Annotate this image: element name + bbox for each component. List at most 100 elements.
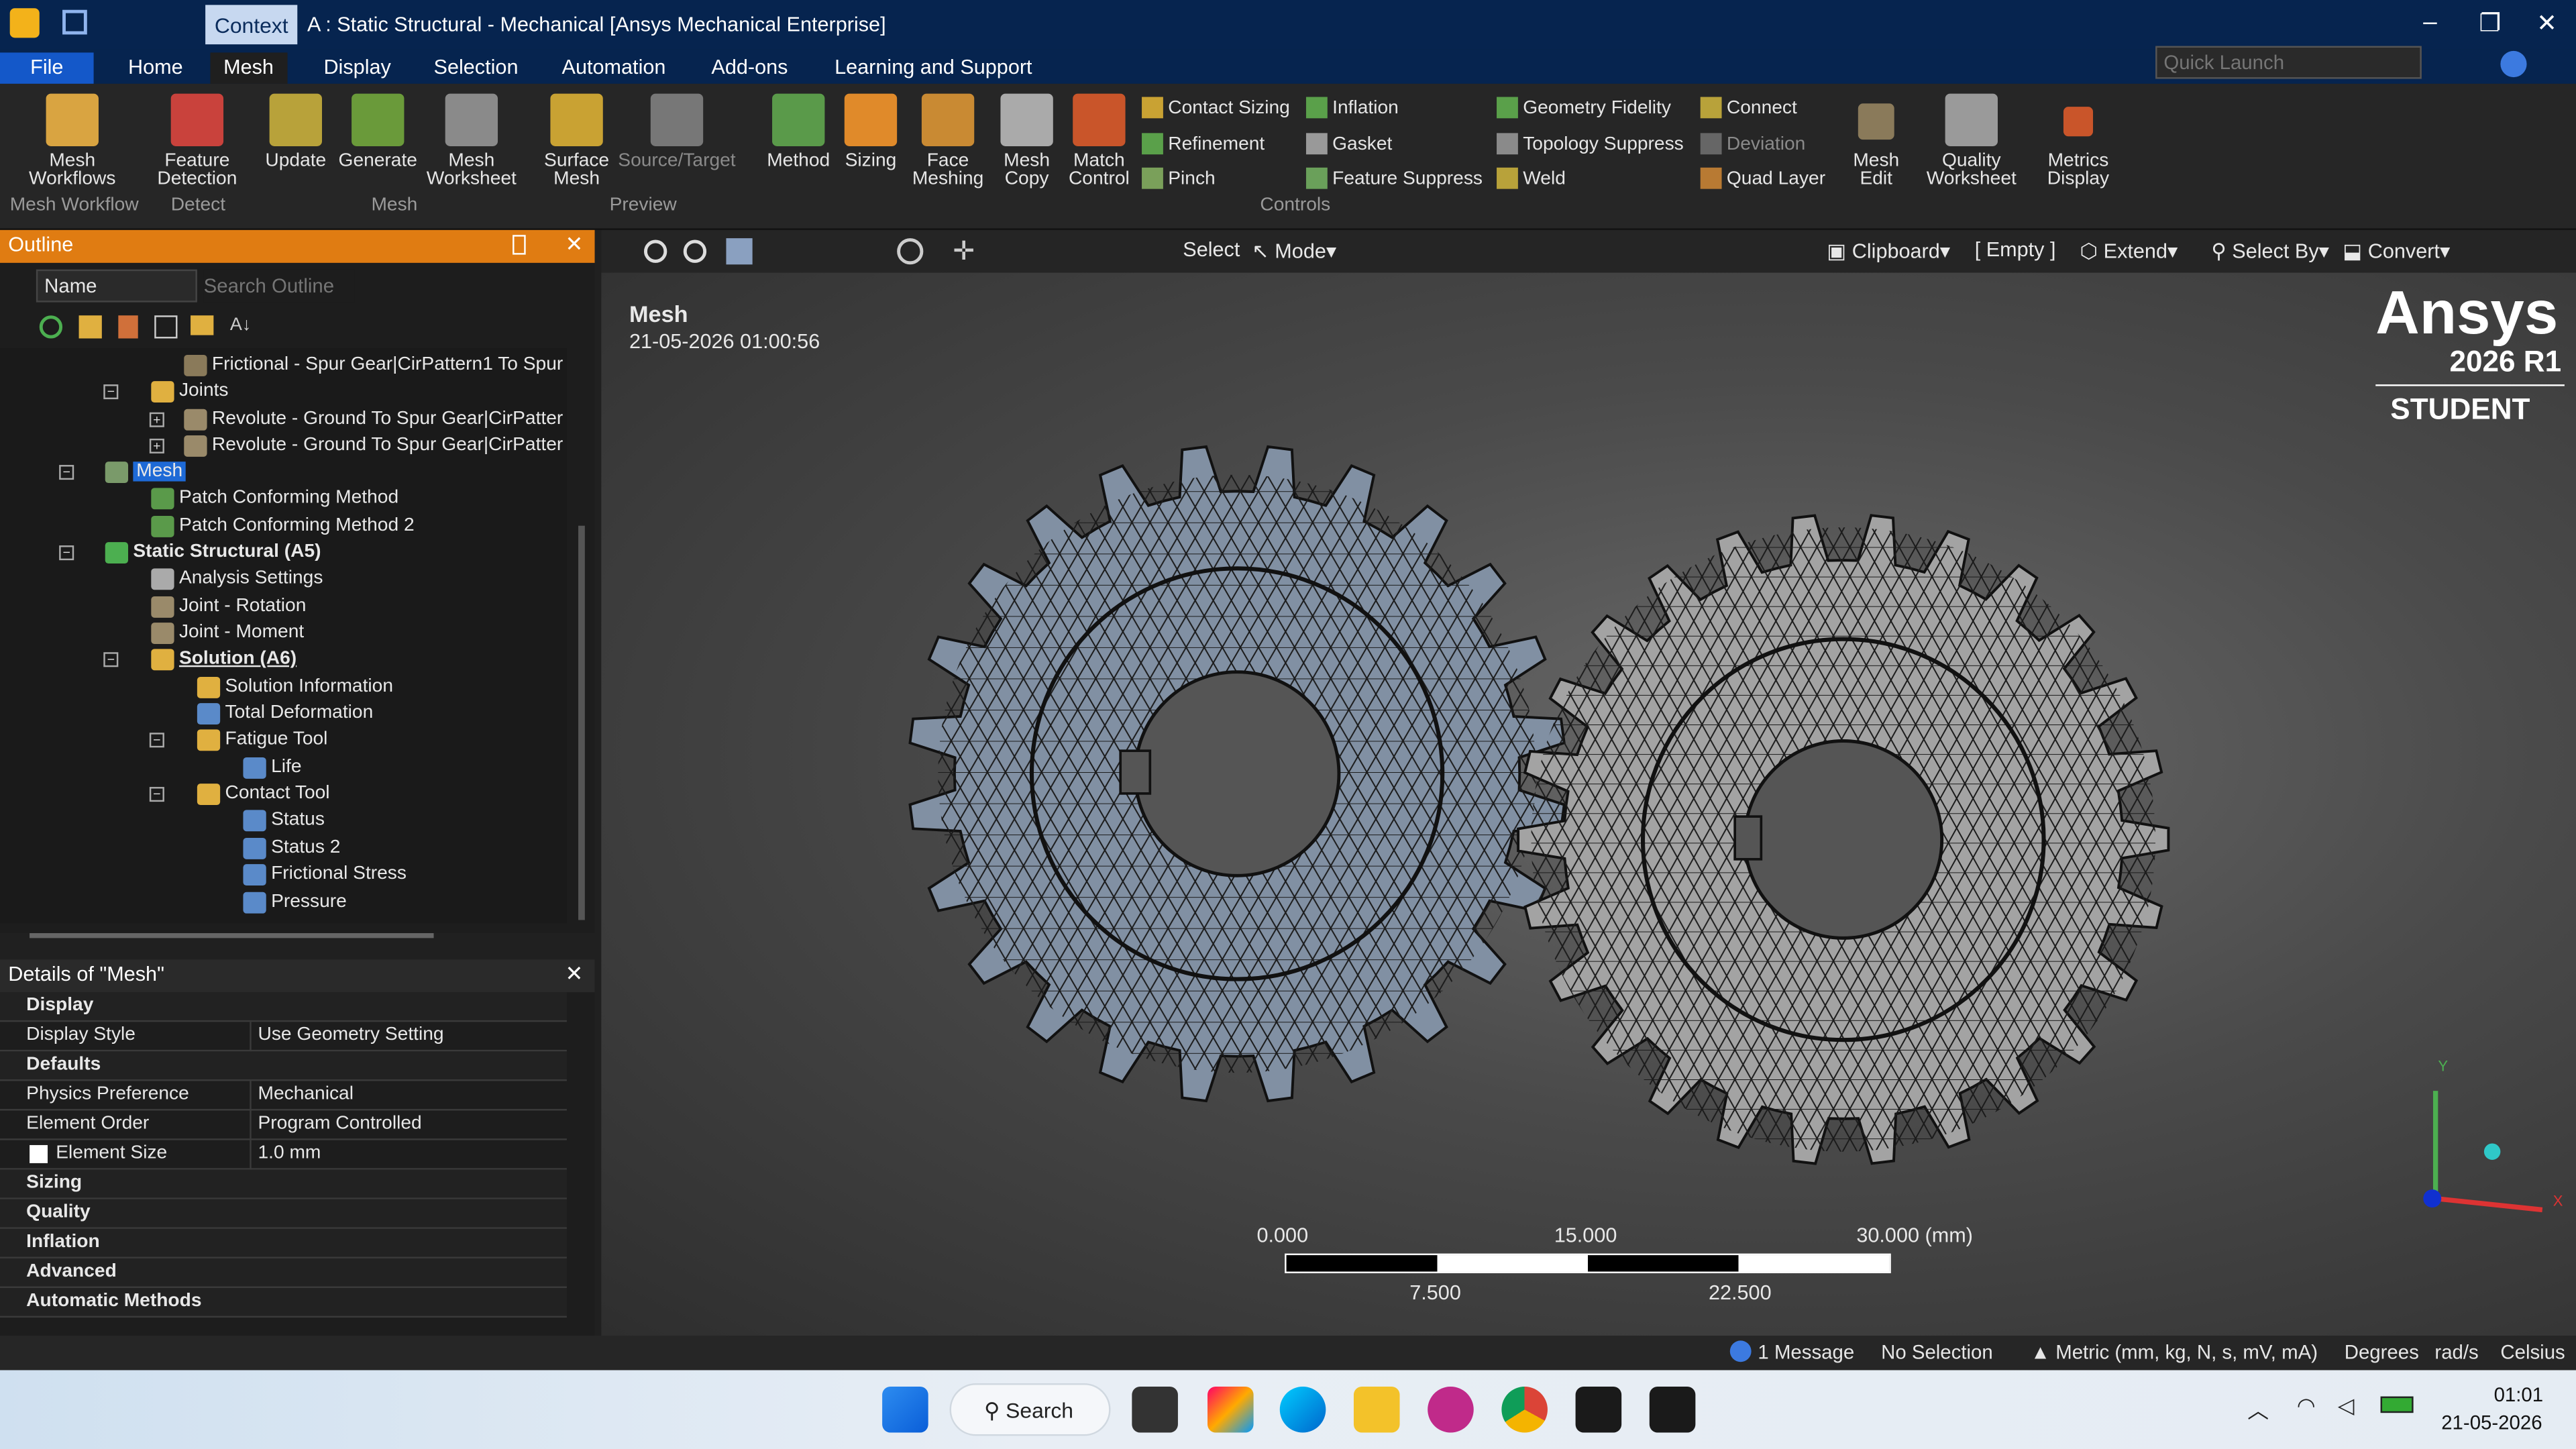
mesh-edit-button[interactable]: Mesh Edit bbox=[1843, 94, 1909, 189]
temperature-units[interactable]: Celsius bbox=[2500, 1340, 2565, 1363]
details-row[interactable]: Physics Preference Mechanical bbox=[0, 1081, 567, 1111]
refinement-button[interactable]: Refinement bbox=[1142, 133, 1265, 155]
update-button[interactable]: Update bbox=[260, 93, 332, 171]
edge-icon[interactable] bbox=[1279, 1386, 1326, 1433]
details-close-icon[interactable]: ✕ bbox=[565, 961, 583, 987]
tree-node[interactable]: Frictional - Spur Gear|CirPattern1 To Sp… bbox=[184, 352, 563, 378]
collapse-icon[interactable]: − bbox=[59, 545, 74, 561]
tree-node[interactable]: Pressure bbox=[243, 889, 347, 915]
zoom-in-icon[interactable] bbox=[644, 239, 667, 263]
details-category[interactable]: Advanced bbox=[0, 1258, 567, 1289]
tree-node[interactable]: Revolute - Ground To Spur Gear|CirPatter bbox=[184, 406, 563, 432]
tree-node[interactable]: Fatigue Tool bbox=[197, 726, 327, 752]
method-button[interactable]: Method bbox=[759, 93, 838, 171]
zoom-out-icon[interactable] bbox=[683, 239, 707, 263]
details-row[interactable]: Element Size 1.0 mm bbox=[0, 1140, 567, 1170]
generate-button[interactable]: Generate bbox=[335, 93, 421, 171]
details-category[interactable]: Defaults bbox=[0, 1051, 567, 1081]
rotate-icon[interactable] bbox=[897, 238, 924, 265]
copilot-icon[interactable] bbox=[1208, 1386, 1254, 1433]
tab-learning[interactable]: Learning and Support bbox=[822, 52, 1046, 84]
axis-triad[interactable]: Y X bbox=[2408, 1058, 2573, 1222]
outline-close-icon[interactable]: ✕ bbox=[565, 231, 583, 258]
collapse-icon[interactable]: − bbox=[149, 787, 164, 802]
tree-node[interactable]: Solution Information bbox=[197, 674, 393, 700]
tree-node[interactable]: Analysis Settings bbox=[151, 565, 323, 591]
tree-node[interactable]: Revolute - Ground To Spur Gear|CirPatter bbox=[184, 432, 563, 458]
context-tab[interactable]: Context bbox=[205, 5, 298, 45]
close-icon[interactable]: ✕ bbox=[2536, 8, 2557, 38]
tree-node-mesh[interactable]: Mesh bbox=[105, 458, 186, 484]
quick-launch-input[interactable] bbox=[2155, 46, 2422, 79]
folder-icon[interactable] bbox=[191, 315, 214, 335]
tree-node[interactable]: Solution (A6) bbox=[151, 645, 297, 672]
sort-az-icon[interactable]: A↓ bbox=[230, 315, 251, 335]
wifi-icon[interactable]: ◠ bbox=[2297, 1393, 2316, 1419]
details-category[interactable]: Sizing bbox=[0, 1169, 567, 1199]
app-logo-icon[interactable] bbox=[9, 8, 40, 38]
topology-suppress-button[interactable]: Topology Suppress bbox=[1497, 133, 1684, 155]
tab-selection[interactable]: Selection bbox=[421, 52, 531, 84]
clipboard-dropdown[interactable]: ▣ Clipboard▾ bbox=[1827, 238, 1950, 263]
save-icon[interactable] bbox=[62, 9, 87, 35]
tree-node[interactable]: Joints bbox=[151, 378, 229, 404]
tree-node[interactable]: Frictional Stress bbox=[243, 861, 407, 887]
file-explorer-icon[interactable] bbox=[1353, 1386, 1400, 1433]
outline-filter-select[interactable]: Name bbox=[36, 269, 197, 303]
restore-icon[interactable]: ❐ bbox=[2479, 8, 2502, 38]
feature-suppress-button[interactable]: Feature Suppress bbox=[1305, 167, 1483, 189]
sort-icon[interactable] bbox=[118, 315, 138, 339]
tab-home[interactable]: Home bbox=[115, 52, 196, 84]
collapse-icon[interactable]: − bbox=[103, 384, 119, 400]
match-control-button[interactable]: Match Control bbox=[1061, 93, 1137, 189]
geometry-fidelity-button[interactable]: Geometry Fidelity bbox=[1497, 97, 1671, 119]
quad-layer-button[interactable]: Quad Layer bbox=[1700, 167, 1825, 189]
pan-icon[interactable]: ✛ bbox=[953, 235, 975, 268]
details-row[interactable]: Display Style Use Geometry Setting bbox=[0, 1022, 567, 1052]
tab-file[interactable]: File bbox=[0, 52, 94, 84]
messages-link[interactable]: 1 Message bbox=[1758, 1340, 1854, 1363]
tab-add-ons[interactable]: Add-ons bbox=[698, 52, 801, 84]
workbench-icon[interactable] bbox=[1575, 1386, 1622, 1433]
driving-gear[interactable] bbox=[908, 445, 1566, 1103]
quality-worksheet-button[interactable]: Quality Worksheet bbox=[1919, 93, 2024, 189]
units-dropdown[interactable]: ▲ Metric (mm, kg, N, s, mV, mA) bbox=[2031, 1340, 2318, 1363]
graphics-viewport[interactable]: Mesh 21-05-2026 01:00:56 Ansys 2026 R1 S… bbox=[601, 272, 2576, 1336]
source-target-button[interactable]: Source/Target bbox=[618, 93, 736, 171]
mesh-workflows-button[interactable]: Mesh Workflows bbox=[7, 93, 138, 189]
web-app-icon[interactable] bbox=[1428, 1386, 1474, 1433]
weld-button[interactable]: Weld bbox=[1497, 167, 1566, 189]
inflation-button[interactable]: Inflation bbox=[1305, 97, 1399, 119]
tree-node[interactable]: Status bbox=[243, 806, 325, 833]
taskbar-search[interactable]: ⚲ Search bbox=[949, 1383, 1111, 1436]
details-category[interactable]: Display bbox=[0, 992, 567, 1022]
chrome-icon[interactable] bbox=[1501, 1386, 1548, 1433]
details-category[interactable]: Inflation bbox=[0, 1228, 567, 1258]
gear-mesh-model[interactable] bbox=[897, 429, 2195, 1185]
tree-node[interactable]: Patch Conforming Method bbox=[151, 484, 398, 511]
feature-detection-button[interactable]: Feature Detection bbox=[148, 93, 246, 189]
tree-node[interactable]: Joint - Moment bbox=[151, 619, 304, 645]
convert-dropdown[interactable]: ⬓ Convert▾ bbox=[2343, 238, 2450, 263]
driven-gear[interactable] bbox=[1517, 514, 2170, 1165]
iso-ball[interactable] bbox=[2483, 1143, 2501, 1160]
mesh-copy-button[interactable]: Mesh Copy bbox=[992, 93, 1061, 189]
select-label[interactable]: Select bbox=[1183, 238, 1240, 261]
clock-time[interactable]: 01:01 bbox=[2494, 1383, 2544, 1406]
tree-node[interactable]: Static Structural (A5) bbox=[105, 539, 321, 565]
metrics-display-button[interactable]: Metrics Display bbox=[2031, 94, 2126, 189]
view-cube-icon[interactable] bbox=[726, 238, 753, 265]
connect-button[interactable]: Connect bbox=[1700, 97, 1797, 119]
outline-pin-icon[interactable] bbox=[513, 235, 526, 255]
tree-node[interactable]: Status 2 bbox=[243, 835, 340, 861]
tab-mesh[interactable]: Mesh bbox=[210, 52, 287, 84]
outline-scrollbar[interactable] bbox=[578, 525, 585, 920]
details-row[interactable]: Element Order Program Controlled bbox=[0, 1110, 567, 1140]
eraser-icon[interactable] bbox=[78, 315, 102, 339]
details-category[interactable]: Quality bbox=[0, 1199, 567, 1229]
details-category[interactable]: Automatic Methods bbox=[0, 1288, 567, 1318]
tab-display[interactable]: Display bbox=[311, 52, 405, 84]
minimize-icon[interactable]: – bbox=[2423, 8, 2436, 36]
windows-start-icon[interactable] bbox=[882, 1386, 928, 1433]
refresh-icon[interactable] bbox=[39, 315, 63, 339]
